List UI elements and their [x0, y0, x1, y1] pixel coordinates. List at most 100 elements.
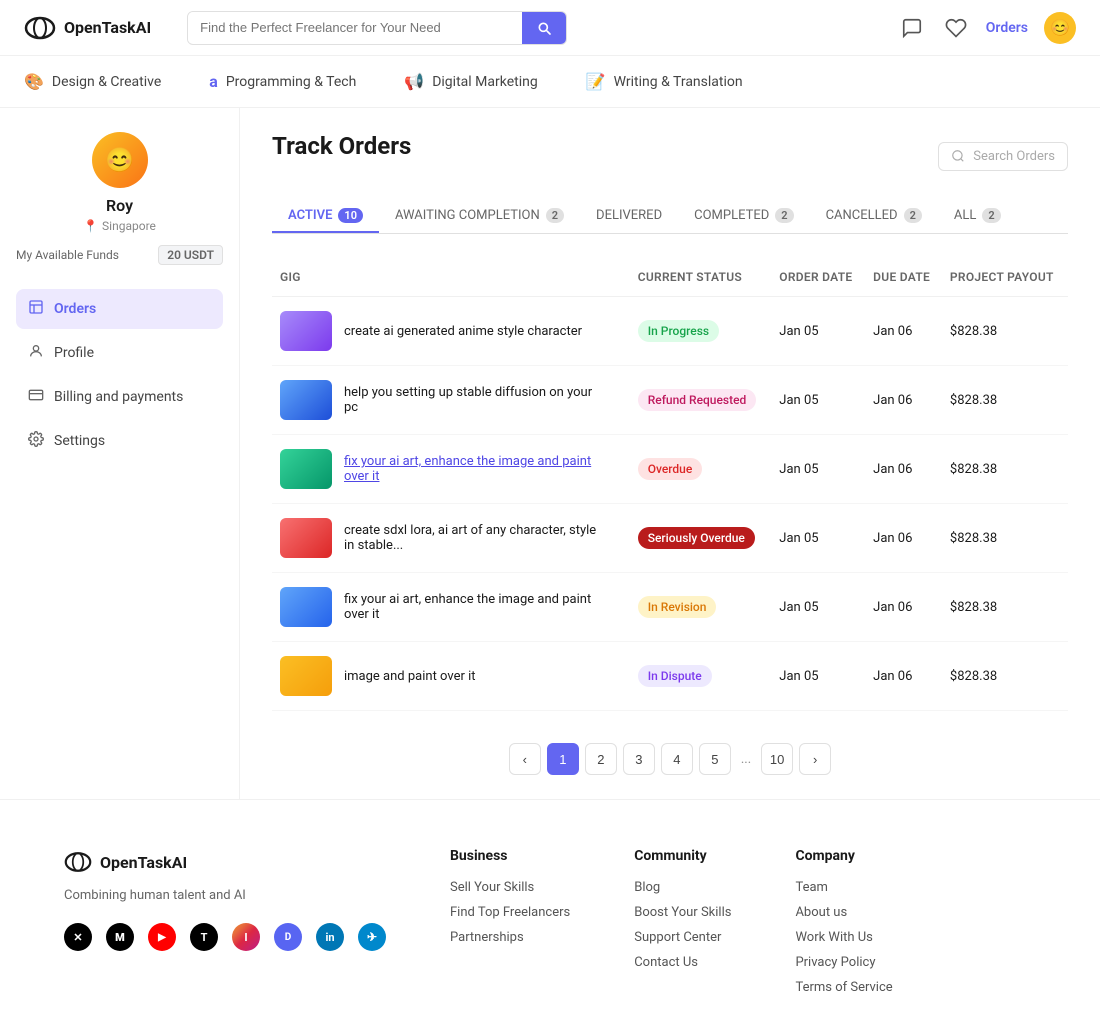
- tab-cancelled[interactable]: CANCELLED 2: [810, 200, 938, 233]
- page-2-btn[interactable]: 2: [585, 743, 617, 775]
- page-3-btn[interactable]: 3: [623, 743, 655, 775]
- user-name: Roy: [106, 196, 133, 215]
- footer-link-about[interactable]: About us: [795, 905, 892, 920]
- orders-link[interactable]: Orders: [986, 20, 1028, 36]
- nav-programming[interactable]: a Programming & Tech: [209, 72, 356, 91]
- gig-cell-4: fix your ai art, enhance the image and p…: [272, 573, 630, 642]
- footer-col-business: Business Sell Your Skills Find Top Freel…: [450, 848, 570, 995]
- footer-link-work[interactable]: Work With Us: [795, 930, 892, 945]
- orders-search[interactable]: Search Orders: [938, 142, 1068, 171]
- social-instagram[interactable]: I: [232, 923, 260, 951]
- pagination: ‹ 1 2 3 4 5 ... 10 ›: [272, 743, 1068, 775]
- all-badge: 2: [982, 208, 1000, 223]
- col-status: Current Status: [630, 258, 772, 297]
- table-row: image and paint over it In Dispute Jan 0…: [272, 642, 1068, 711]
- user-avatar-large: 😊: [92, 132, 148, 188]
- tab-active[interactable]: ACTIVE 10: [272, 200, 379, 233]
- footer-link-boost[interactable]: Boost Your Skills: [634, 905, 731, 920]
- logo[interactable]: OpenTaskAI: [24, 12, 151, 44]
- sidebar-item-settings[interactable]: Settings: [16, 421, 223, 461]
- social-youtube[interactable]: ▶: [148, 923, 176, 951]
- footer-link-partnerships[interactable]: Partnerships: [450, 930, 570, 945]
- nav-marketing[interactable]: 📢 Digital Marketing: [404, 72, 537, 91]
- gig-cell-5: image and paint over it: [272, 642, 630, 711]
- sidebar-item-profile[interactable]: Profile: [16, 333, 223, 373]
- footer-link-support[interactable]: Support Center: [634, 930, 731, 945]
- sidebar-item-orders[interactable]: Orders: [16, 289, 223, 329]
- billing-icon: [28, 387, 44, 407]
- payout-1: $828.38: [942, 366, 1068, 435]
- social-tiktok[interactable]: T: [190, 923, 218, 951]
- col-order-date: Order Date: [771, 258, 865, 297]
- footer-link-contact[interactable]: Contact Us: [634, 955, 731, 970]
- col-payout: Project Payout: [942, 258, 1068, 297]
- sidebar-item-billing[interactable]: Billing and payments: [16, 377, 223, 417]
- tab-awaiting[interactable]: AWAITING COMPLETION 2: [379, 200, 580, 233]
- search-input[interactable]: [188, 12, 522, 43]
- order-date-5: Jan 05: [771, 642, 865, 711]
- table-row: fix your ai art, enhance the image and p…: [272, 435, 1068, 504]
- header: OpenTaskAI Orders 😊: [0, 0, 1100, 56]
- social-icons: ✕ M ▶ T I D in ✈: [64, 923, 386, 951]
- page-dots: ...: [737, 752, 755, 767]
- social-medium[interactable]: M: [106, 923, 134, 951]
- gig-thumbnail: [280, 656, 332, 696]
- due-date-0: Jan 06: [865, 297, 942, 366]
- funds-row: My Available Funds 20 USDT: [16, 245, 223, 265]
- favorites-icon[interactable]: [942, 14, 970, 42]
- footer-link-privacy[interactable]: Privacy Policy: [795, 955, 892, 970]
- writing-icon: 📝: [586, 72, 606, 91]
- gig-title-text: create ai generated anime style characte…: [344, 324, 582, 339]
- status-badge: Refund Requested: [638, 389, 757, 411]
- social-telegram[interactable]: ✈: [358, 923, 386, 951]
- social-linkedin[interactable]: in: [316, 923, 344, 951]
- gig-cell-1: help you setting up stable diffusion on …: [272, 366, 630, 435]
- tab-all[interactable]: ALL 2: [938, 200, 1017, 233]
- payout-0: $828.38: [942, 297, 1068, 366]
- payout-2: $828.38: [942, 435, 1068, 504]
- status-cell-0: In Progress: [630, 297, 772, 366]
- social-twitter[interactable]: ✕: [64, 923, 92, 951]
- footer-tagline: Combining human talent and AI: [64, 888, 386, 903]
- footer-link-blog[interactable]: Blog: [634, 880, 731, 895]
- footer-link-team[interactable]: Team: [795, 880, 892, 895]
- payout-3: $828.38: [942, 504, 1068, 573]
- logo-icon: [24, 12, 56, 44]
- due-date-1: Jan 06: [865, 366, 942, 435]
- gig-title: create ai generated anime style characte…: [344, 324, 582, 339]
- page-1-btn[interactable]: 1: [547, 743, 579, 775]
- social-discord[interactable]: D: [274, 923, 302, 951]
- footer-link-terms[interactable]: Terms of Service: [795, 980, 892, 995]
- col-due-date: Due Date: [865, 258, 942, 297]
- status-cell-1: Refund Requested: [630, 366, 772, 435]
- nav-design[interactable]: 🎨 Design & Creative: [24, 72, 161, 91]
- page-4-btn[interactable]: 4: [661, 743, 693, 775]
- design-icon: 🎨: [24, 72, 44, 91]
- table-row: create sdxl lora, ai art of any characte…: [272, 504, 1068, 573]
- tab-delivered[interactable]: DELIVERED: [580, 200, 678, 233]
- page-5-btn[interactable]: 5: [699, 743, 731, 775]
- gig-title: image and paint over it: [344, 669, 476, 684]
- header-actions: Orders 😊: [898, 12, 1076, 44]
- order-date-3: Jan 05: [771, 504, 865, 573]
- col-gig: GIG: [272, 258, 630, 297]
- next-page-btn[interactable]: ›: [799, 743, 831, 775]
- page-title: Track Orders: [272, 132, 411, 160]
- gig-title-text: help you setting up stable diffusion on …: [344, 385, 592, 415]
- user-avatar[interactable]: 😊: [1044, 12, 1076, 44]
- message-icon[interactable]: [898, 14, 926, 42]
- tab-completed[interactable]: COMPLETED 2: [678, 200, 809, 233]
- search-button[interactable]: [522, 12, 566, 44]
- funds-badge: 20 USDT: [158, 245, 223, 265]
- footer-link-find[interactable]: Find Top Freelancers: [450, 905, 570, 920]
- prev-page-btn[interactable]: ‹: [509, 743, 541, 775]
- user-location: 📍 Singapore: [83, 219, 156, 233]
- page-10-btn[interactable]: 10: [761, 743, 793, 775]
- nav-writing[interactable]: 📝 Writing & Translation: [586, 72, 743, 91]
- footer-brand: OpenTaskAI Combining human talent and AI…: [64, 848, 386, 995]
- active-badge: 10: [338, 208, 363, 223]
- gig-link[interactable]: fix your ai art, enhance the image and p…: [344, 454, 591, 484]
- footer-link-sell[interactable]: Sell Your Skills: [450, 880, 570, 895]
- gig-title: fix your ai art, enhance the image and p…: [344, 454, 604, 484]
- gig-title: help you setting up stable diffusion on …: [344, 385, 604, 415]
